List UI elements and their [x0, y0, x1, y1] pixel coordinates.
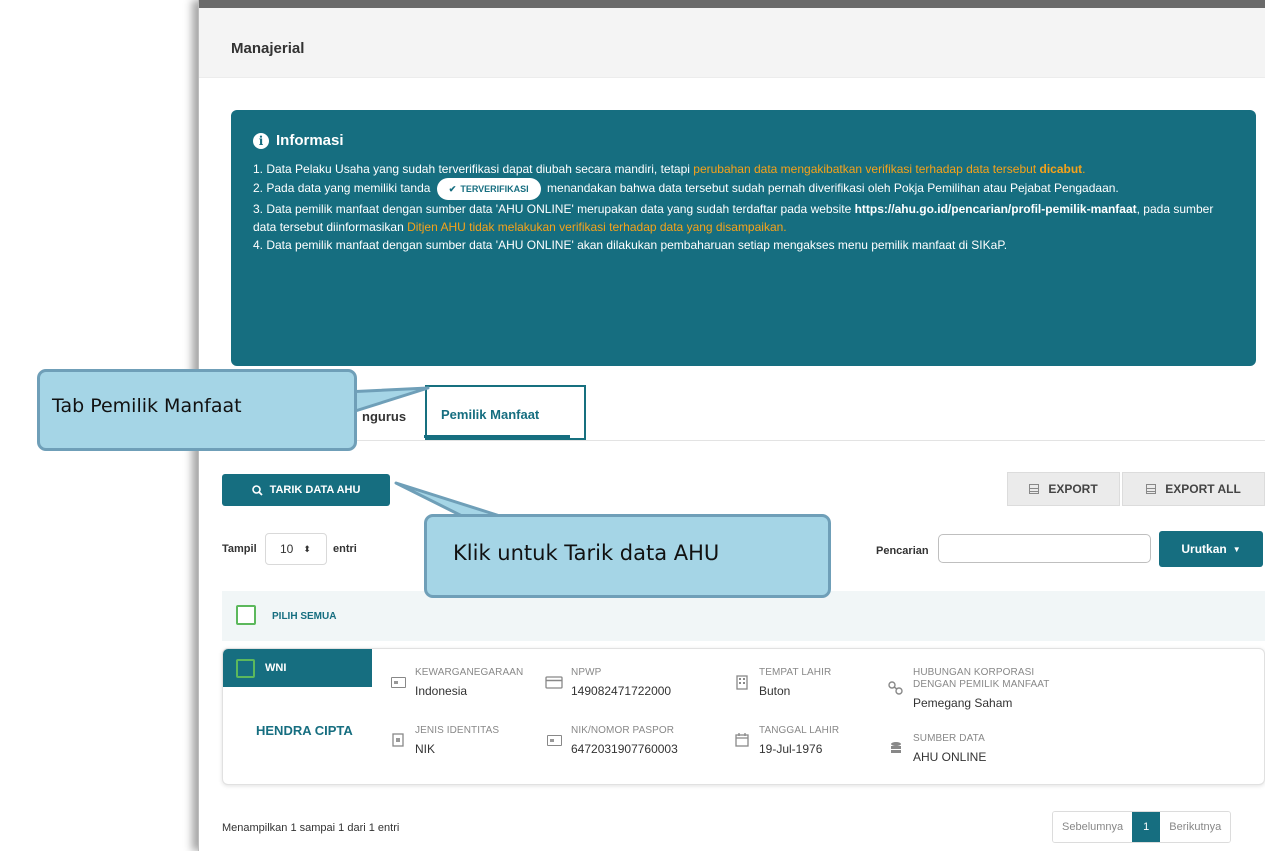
callout-tarik-data-ahu: Klik untuk Tarik data AHU: [424, 514, 831, 598]
canvas: Manajerial i Informasi 1. Data Pelaku Us…: [0, 0, 1265, 851]
callout-tab-pemilik-manfaat: Tab Pemilik Manfaat: [37, 369, 357, 451]
